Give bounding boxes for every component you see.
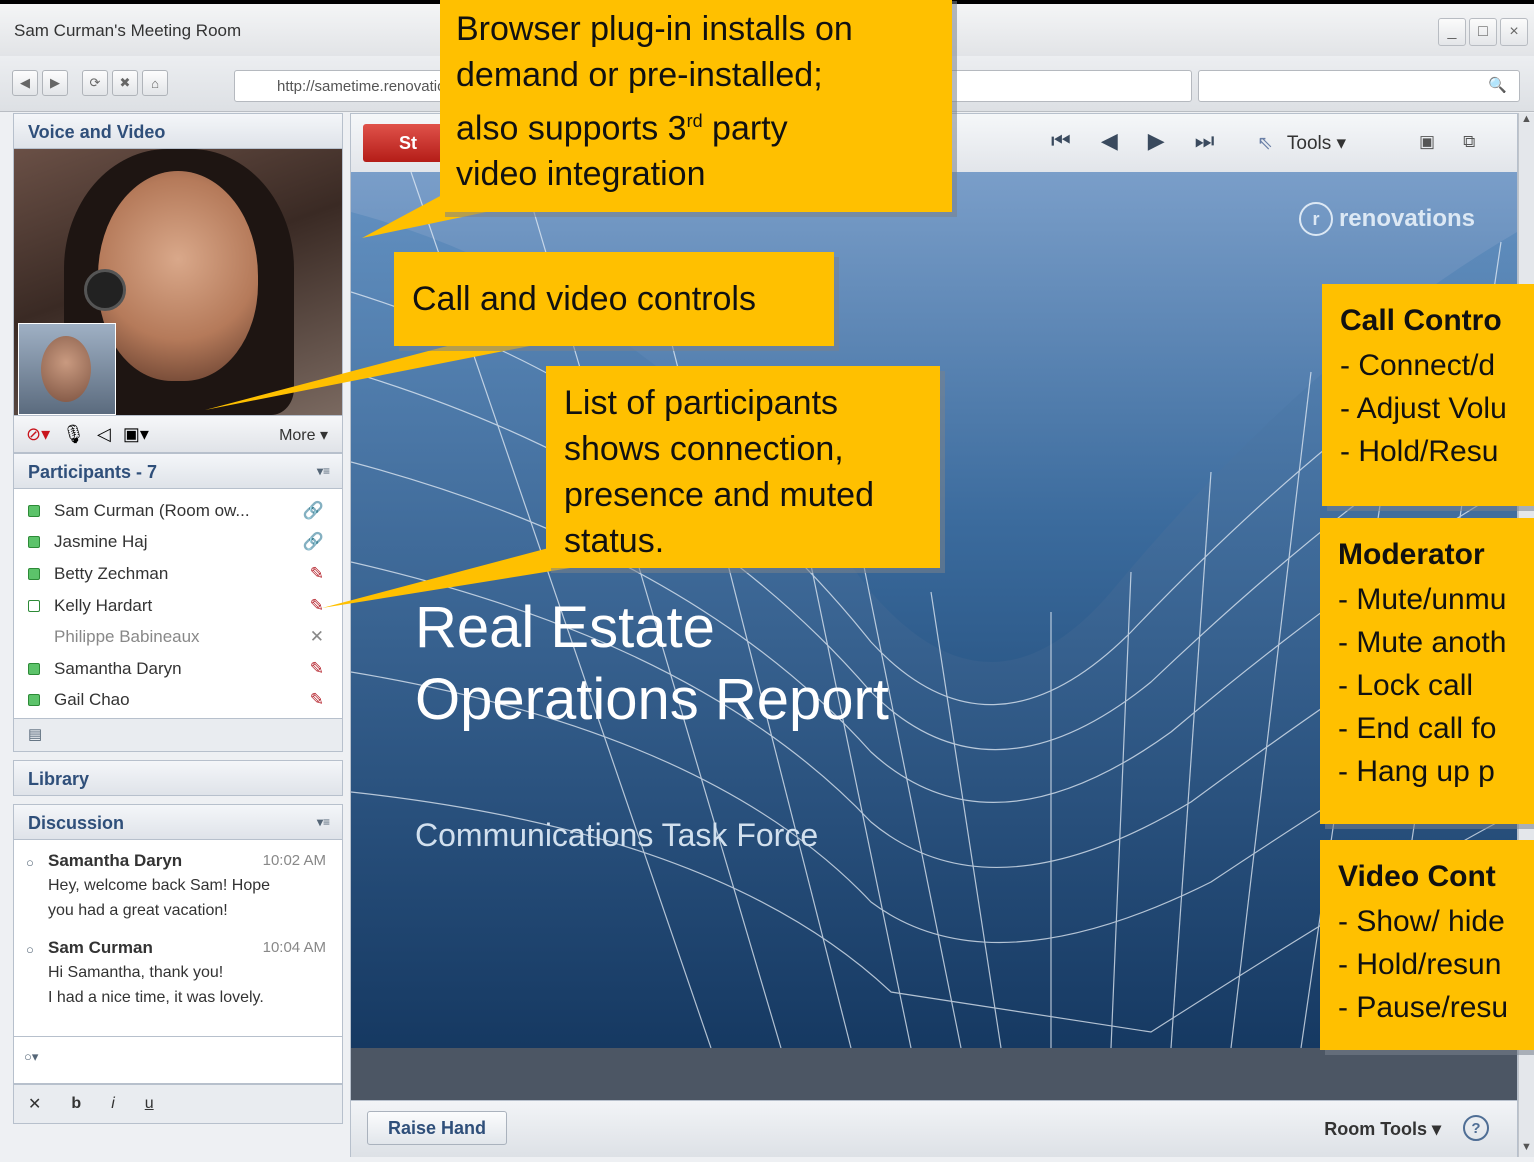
slide-subtitle: Communications Task Force <box>415 817 819 853</box>
participants-footer: ▤ <box>13 718 343 752</box>
online-status-icon <box>28 694 40 707</box>
call-controls-callout: Call and video controls <box>394 252 834 346</box>
forward-icon[interactable]: ▶ <box>42 70 68 96</box>
headset-graphic <box>84 269 126 311</box>
muted-icon[interactable]: ✎ <box>310 564 324 584</box>
room-tools-menu[interactable]: Room Tools ▾ <box>1324 1119 1441 1140</box>
scroll-down-icon[interactable]: ▼ <box>1521 1141 1532 1153</box>
chat-text: I had a nice time, it was lovely. <box>48 989 264 1006</box>
muted-icon[interactable]: ✎ <box>310 690 324 710</box>
participants-callout: List of participants shows connection, p… <box>546 366 940 568</box>
maximize-button[interactable]: □ <box>1469 18 1497 46</box>
participant-row[interactable]: Philippe Babineaux ✕ <box>14 621 342 653</box>
participant-row[interactable]: Sam Curman (Room ow... 🔗 <box>14 495 342 527</box>
online-status-icon <box>28 662 40 675</box>
panel-menu-icon[interactable]: ▾≡ <box>317 815 330 829</box>
more-menu[interactable]: More ▾ <box>279 425 328 445</box>
plugin-callout: Browser plug-in installs on demand or pr… <box>440 0 952 212</box>
italic-button[interactable]: i <box>111 1095 115 1113</box>
participant-row[interactable]: Samantha Daryn ✎ <box>14 653 342 685</box>
next-slide-icon[interactable]: ▶ <box>1148 128 1165 154</box>
self-video-thumbnail[interactable] <box>18 323 116 415</box>
discussion-title: Discussion <box>28 813 125 833</box>
hangup-icon[interactable]: ⊘▾ <box>26 424 50 445</box>
invite-icon[interactable]: ▤ <box>28 726 42 743</box>
chat-transcript: ○ Samantha Daryn 10:02 AM Hey, welcome b… <box>13 840 343 1036</box>
online-status-icon <box>28 504 40 517</box>
chat-time: 10:04 AM <box>262 939 326 956</box>
fit-view-icon[interactable]: ▣ <box>1419 132 1435 152</box>
search-icon: 🔍 <box>1488 77 1507 94</box>
chat-input[interactable]: ○▾ <box>13 1036 343 1084</box>
participants-header[interactable]: Participants - 7 ▾≡ <box>13 453 343 489</box>
window-title: Sam Curman's Meeting Room <box>14 21 242 40</box>
library-header[interactable]: Library <box>13 760 343 796</box>
chat-time: 10:02 AM <box>262 852 326 869</box>
participant-row[interactable]: Kelly Hardart ✎ <box>14 590 342 622</box>
video-controls-callout: Video Cont - Show/ hide - Hold/resun - P… <box>1320 840 1534 1050</box>
chat-message: ○ Samantha Daryn 10:02 AM Hey, welcome b… <box>14 848 342 923</box>
chat-input-icon: ○▾ <box>24 1049 39 1064</box>
stop-icon[interactable]: ✖ <box>112 70 138 96</box>
emoticon-icon[interactable]: ✕ <box>28 1094 41 1114</box>
tools-label: Tools ▾ <box>1286 133 1347 154</box>
pointer-icon[interactable]: ⇖ <box>1257 133 1273 154</box>
slide-title: Real Estate Operations Report <box>415 595 889 732</box>
participant-row[interactable]: Betty Zechman ✎ <box>14 558 342 590</box>
last-slide-icon[interactable]: ⏭ <box>1195 128 1215 154</box>
link-icon: 🔗 <box>302 532 324 552</box>
bold-button[interactable]: b <box>71 1095 81 1113</box>
microphone-icon[interactable]: 🎙 <box>62 424 85 445</box>
raise-hand-button[interactable]: Raise Hand <box>367 1111 507 1145</box>
video-camera-icon[interactable]: ▣▾ <box>123 424 149 445</box>
online-status-icon <box>28 567 40 580</box>
renovations-logo-icon: r <box>1298 202 1333 236</box>
underline-button[interactable]: u <box>145 1095 154 1113</box>
voice-video-header[interactable]: Voice and Video <box>13 113 343 149</box>
stage-divider <box>351 1048 1517 1100</box>
close-button[interactable]: × <box>1500 18 1528 46</box>
participant-row[interactable]: Jasmine Haj 🔗 <box>14 527 342 559</box>
previous-slide-icon[interactable]: ◀ <box>1101 128 1118 154</box>
chat-bubble-icon: ○ <box>26 855 34 870</box>
tools-menu[interactable]: ⇖ Tools ▾ <box>1257 132 1346 155</box>
reload-icon[interactable]: ⟳ <box>82 70 108 96</box>
chat-format-bar: ✕ b i u <box>13 1084 343 1124</box>
scroll-up-icon[interactable]: ▲ <box>1521 113 1532 125</box>
participant-row[interactable]: Gail Chao ✎ <box>14 685 342 717</box>
muted-icon[interactable]: ✎ <box>310 659 324 679</box>
chat-text: you had a great vacation! <box>48 902 228 919</box>
moderator-callout: Moderator - Mute/unmu - Mute anoth - Loc… <box>1320 518 1534 824</box>
participants-list: Sam Curman (Room ow... 🔗 Jasmine Haj 🔗 Bet… <box>13 489 343 718</box>
minimize-button[interactable]: _ <box>1438 18 1466 46</box>
participants-title: Participants - 7 <box>28 462 158 482</box>
brand-logo: r renovations <box>1298 202 1475 236</box>
meeting-status-icon <box>28 599 40 612</box>
disconnected-icon: ✕ <box>309 627 324 647</box>
discussion-header[interactable]: Discussion ▾≡ <box>13 804 343 840</box>
chat-text: Hey, welcome back Sam! Hope <box>48 877 271 894</box>
chat-text: Hi Samantha, thank you! <box>48 964 224 981</box>
panel-menu-icon[interactable]: ▾≡ <box>317 464 330 478</box>
browser-search[interactable]: 🔍 <box>1198 70 1520 102</box>
link-icon: 🔗 <box>302 500 324 520</box>
call-controls-bar: ⊘▾ 🎙 ◁ ▣▾ More ▾ <box>13 415 343 453</box>
stage-footer: Raise Hand Room Tools ▾ ? <box>351 1100 1517 1157</box>
speaker-icon[interactable]: ◁ <box>97 424 111 445</box>
chat-bubble-icon: ○ <box>26 942 34 957</box>
home-icon[interactable]: ⌂ <box>142 70 168 96</box>
chat-message: ○ Sam Curman 10:04 AM Hi Samantha, thank… <box>14 935 342 1010</box>
first-slide-icon[interactable]: ⏮ <box>1051 128 1071 154</box>
back-icon[interactable]: ◀ <box>12 70 38 96</box>
left-sidebar: Voice and Video ⊘▾ 🎙 ◁ ▣▾ More ▾ Partici… <box>13 113 343 1157</box>
fullscreen-icon[interactable]: ⧉ <box>1463 132 1475 152</box>
video-feed <box>13 149 343 415</box>
help-icon[interactable]: ? <box>1463 1115 1489 1141</box>
muted-icon[interactable]: ✎ <box>310 596 324 616</box>
online-status-icon <box>28 536 40 549</box>
call-control-list-callout: Call Contro - Connect/d - Adjust Volu - … <box>1322 284 1534 506</box>
